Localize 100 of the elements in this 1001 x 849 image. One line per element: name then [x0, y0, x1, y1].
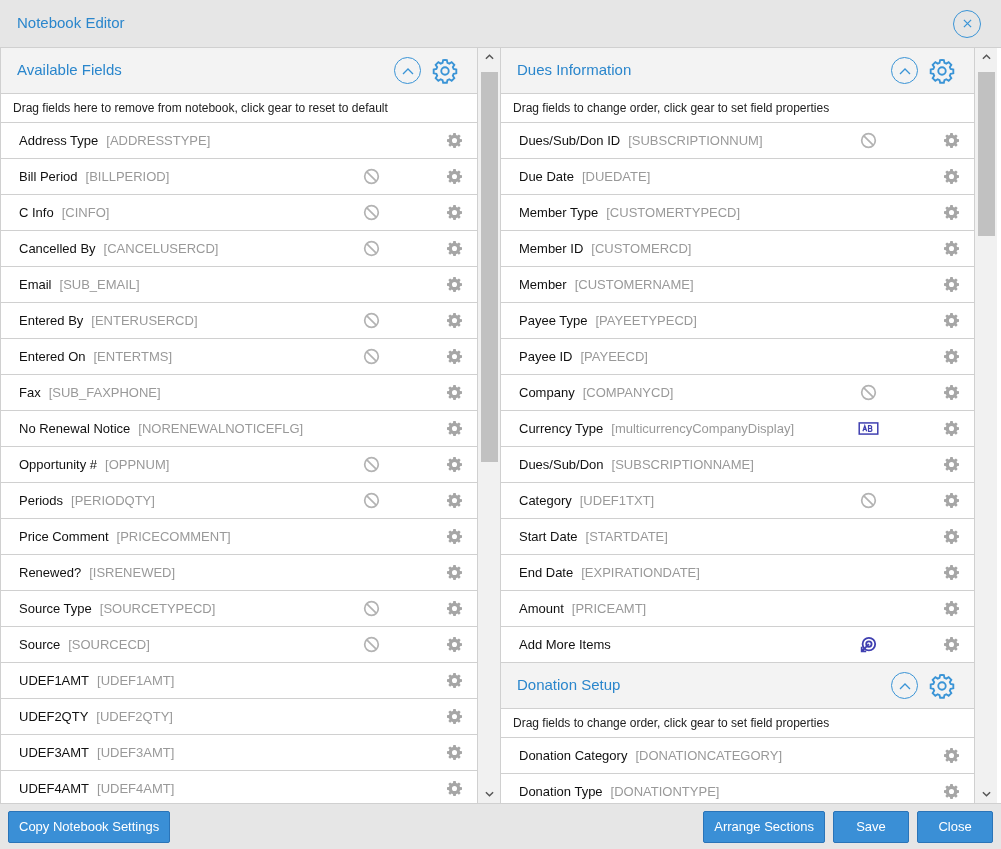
ban-icon — [859, 492, 877, 509]
gear-icon[interactable] — [446, 348, 463, 365]
gear-icon[interactable] — [943, 348, 960, 365]
settings-icon[interactable] — [431, 56, 459, 85]
gear-icon[interactable] — [446, 132, 463, 149]
gear-icon[interactable] — [943, 564, 960, 581]
ban-icon — [859, 384, 877, 401]
field-name: Fax — [19, 383, 41, 402]
gear-icon[interactable] — [446, 384, 463, 401]
field-code: [multicurrencyCompanyDisplay] — [611, 419, 795, 438]
field-code: [PRICEAMT] — [571, 599, 647, 618]
gear-icon[interactable] — [943, 168, 960, 185]
field-name: Company — [519, 383, 575, 402]
ban-icon — [362, 348, 380, 365]
scrollbar[interactable] — [975, 48, 997, 803]
field-code: [OPPNUM] — [105, 455, 170, 474]
field-name: Payee Type — [519, 311, 588, 330]
ban-icon — [362, 492, 380, 509]
section-title: Dues Information — [517, 60, 632, 81]
gear-icon[interactable] — [446, 492, 463, 509]
gear-icon[interactable] — [943, 240, 960, 257]
field-name: UDEF1AMT — [19, 671, 90, 690]
scroll-up-icon[interactable] — [484, 54, 494, 60]
close-icon — [962, 19, 972, 28]
ban-icon — [362, 600, 380, 617]
gear-icon[interactable] — [446, 276, 463, 293]
field-code: [UDEF2QTY] — [96, 707, 173, 726]
gear-icon[interactable] — [943, 600, 960, 617]
scrollbar-thumb[interactable] — [480, 72, 498, 462]
gear-icon[interactable] — [446, 744, 463, 761]
gear-icon[interactable] — [446, 564, 463, 581]
field-code: [PAYEECD] — [580, 347, 648, 366]
section-title: Available Fields — [17, 60, 122, 81]
field-name: Bill Period — [19, 167, 78, 186]
settings-icon[interactable] — [928, 671, 956, 700]
field-code: [BILLPERIOD] — [85, 167, 170, 186]
gear-icon[interactable] — [943, 420, 960, 437]
gear-icon[interactable] — [943, 204, 960, 221]
field-name: Dues/Sub/Don — [519, 455, 604, 474]
gear-icon[interactable] — [446, 636, 463, 653]
gear-icon[interactable] — [943, 276, 960, 293]
gear-icon[interactable] — [446, 600, 463, 617]
gear-icon[interactable] — [446, 780, 463, 797]
field-name: Source Type — [19, 599, 92, 618]
field-code: [COMPANYCD] — [582, 383, 674, 402]
chevron-up-icon — [898, 681, 911, 690]
hint-text: Drag fields to change order, click gear to set field properties — [501, 708, 974, 738]
field-code: [UDEF1TXT] — [579, 491, 655, 510]
ban-icon — [362, 168, 380, 185]
field-code: [EXPIRATIONDATE] — [581, 563, 700, 582]
gear-icon[interactable] — [943, 528, 960, 545]
scrollbar[interactable] — [478, 48, 500, 803]
field-code: [DONATIONTYPE] — [610, 782, 720, 801]
window-title: Notebook Editor — [17, 13, 125, 34]
field-name: Payee ID — [519, 347, 573, 366]
ban-icon — [362, 204, 380, 221]
gear-icon[interactable] — [446, 168, 463, 185]
field-code: [ISRENEWED] — [89, 563, 176, 582]
gear-icon[interactable] — [943, 456, 960, 473]
text-field-icon — [857, 422, 879, 435]
gear-icon[interactable] — [446, 528, 463, 545]
field-name: Address Type — [19, 131, 99, 150]
section-title: Donation Setup — [517, 675, 621, 696]
scroll-down-icon[interactable] — [981, 791, 991, 797]
ban-icon — [859, 132, 877, 149]
field-name: Source — [19, 635, 61, 654]
field-name: Email — [19, 275, 52, 294]
settings-icon[interactable] — [928, 56, 956, 85]
field-name: Due Date — [519, 167, 574, 186]
field-name: Periods — [19, 491, 64, 510]
scroll-down-icon[interactable] — [484, 791, 494, 797]
gear-icon[interactable] — [446, 312, 463, 329]
gear-icon[interactable] — [446, 456, 463, 473]
field-code: [CINFO] — [61, 203, 110, 222]
field-name: Opportunity # — [19, 455, 98, 474]
field-code: [SUB_FAXPHONE] — [48, 383, 161, 402]
gear-icon[interactable] — [943, 492, 960, 509]
gear-icon[interactable] — [943, 636, 960, 653]
gear-icon[interactable] — [943, 132, 960, 149]
scrollbar-thumb[interactable] — [977, 72, 995, 236]
field-code: [SOURCETYPECD] — [99, 599, 216, 618]
field-code: [CUSTOMERCD] — [591, 239, 692, 258]
gear-icon[interactable] — [446, 420, 463, 437]
field-code: [UDEF4AMT] — [97, 779, 175, 798]
ban-icon — [362, 456, 380, 473]
ban-icon — [362, 312, 380, 329]
field-name: Member ID — [519, 239, 584, 258]
gear-icon[interactable] — [943, 384, 960, 401]
hint-text: Drag fields here to remove from notebook, click gear to reset to default — [1, 93, 477, 123]
gear-icon[interactable] — [446, 204, 463, 221]
gear-icon[interactable] — [943, 783, 960, 800]
field-code: [SUB_EMAIL] — [59, 275, 140, 294]
gear-icon[interactable] — [446, 672, 463, 689]
gear-icon[interactable] — [943, 747, 960, 764]
scroll-up-icon[interactable] — [981, 54, 991, 60]
gear-icon[interactable] — [446, 708, 463, 725]
field-name: Renewed? — [19, 563, 82, 582]
gear-icon[interactable] — [943, 312, 960, 329]
gear-icon[interactable] — [446, 240, 463, 257]
field-name: Add More Items — [519, 635, 611, 654]
